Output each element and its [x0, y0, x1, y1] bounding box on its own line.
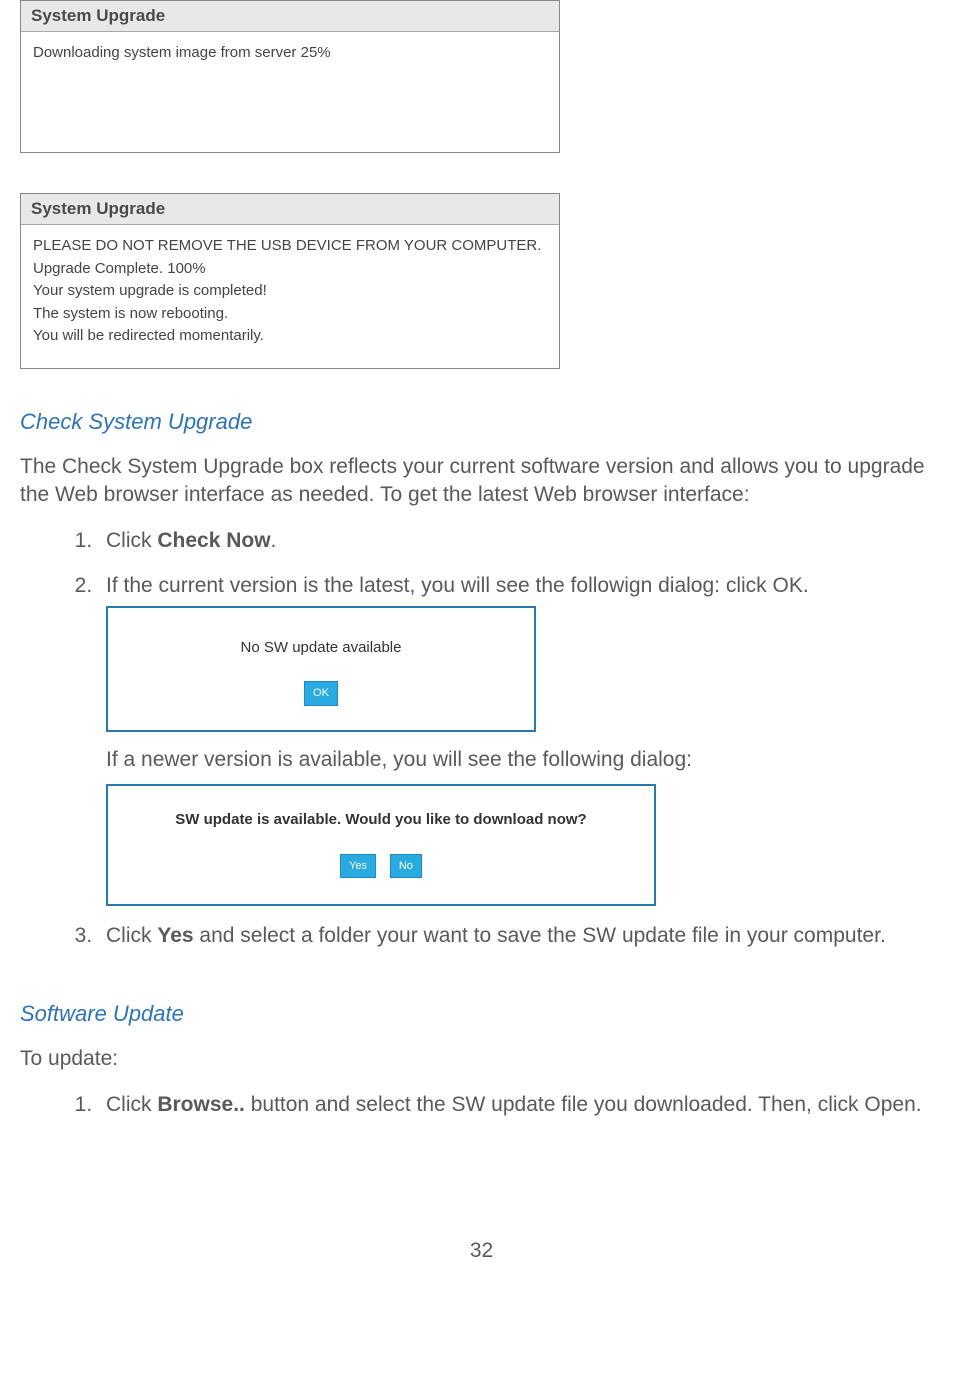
- step-text: Click: [106, 1093, 157, 1116]
- panel-line: Your system upgrade is completed!: [33, 280, 547, 303]
- software-update-heading: Software Update: [20, 1001, 943, 1027]
- system-upgrade-panel-1: System Upgrade Downloading system image …: [20, 0, 560, 153]
- step-text: Click: [106, 529, 157, 552]
- step-text: .: [271, 529, 277, 552]
- no-button[interactable]: No: [390, 854, 422, 879]
- panel-body: PLEASE DO NOT REMOVE THE USB DEVICE FROM…: [21, 225, 559, 368]
- page-number: 32: [20, 1239, 943, 1263]
- step-text: button and select the SW update file you…: [245, 1093, 922, 1116]
- dialog-text: No SW update available: [118, 638, 524, 658]
- step-after-text: If a newer version is available, you wil…: [106, 746, 943, 774]
- software-update-intro: To update:: [20, 1045, 943, 1073]
- check-system-upgrade-heading: Check System Upgrade: [20, 409, 943, 435]
- list-item: Click Yes and select a folder your want …: [98, 922, 943, 950]
- list-item: Click Browse.. button and select the SW …: [98, 1091, 943, 1119]
- list-item: If the current version is the latest, yo…: [98, 572, 943, 907]
- yes-button[interactable]: Yes: [340, 854, 376, 879]
- update-available-dialog: SW update is available. Would you like t…: [106, 784, 656, 906]
- step-text: If the current version is the latest, yo…: [106, 574, 809, 597]
- panel-title: System Upgrade: [21, 194, 559, 225]
- no-update-dialog: No SW update available OK: [106, 606, 536, 732]
- panel-line: PLEASE DO NOT REMOVE THE USB DEVICE FROM…: [33, 235, 547, 258]
- panel-line: Upgrade Complete. 100%: [33, 258, 547, 281]
- panel-title: System Upgrade: [21, 1, 559, 32]
- step-text: Click: [106, 924, 157, 947]
- list-item: Click Check Now.: [98, 527, 943, 555]
- check-upgrade-steps: Click Check Now. If the current version …: [98, 527, 943, 951]
- ok-button[interactable]: OK: [304, 681, 338, 706]
- check-upgrade-intro: The Check System Upgrade box reflects yo…: [20, 453, 943, 510]
- step-bold: Browse..: [157, 1093, 245, 1116]
- panel-body: Downloading system image from server 25%: [21, 32, 559, 152]
- system-upgrade-panel-2: System Upgrade PLEASE DO NOT REMOVE THE …: [20, 193, 560, 369]
- software-update-steps: Click Browse.. button and select the SW …: [98, 1091, 943, 1119]
- step-bold: Check Now: [157, 529, 270, 552]
- panel-line: You will be redirected momentarily.: [33, 325, 547, 348]
- step-bold: Yes: [157, 924, 193, 947]
- dialog-text: SW update is available. Would you like t…: [118, 810, 644, 830]
- step-text: and select a folder your want to save th…: [194, 924, 886, 947]
- panel-line: The system is now rebooting.: [33, 303, 547, 326]
